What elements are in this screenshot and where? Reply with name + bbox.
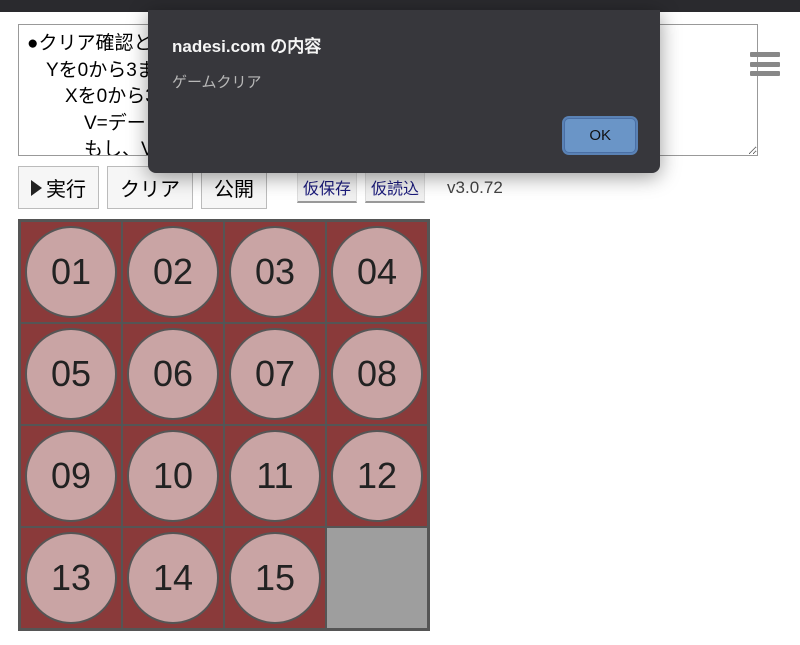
tile-number: 08 [331, 328, 423, 420]
clear-button-label: クリア [120, 173, 180, 202]
version-label: v3.0.72 [447, 178, 503, 198]
tile-number: 12 [331, 430, 423, 522]
puzzle-tile[interactable]: 04 [326, 221, 428, 323]
tile-number: 05 [25, 328, 117, 420]
puzzle-tile[interactable]: 11 [224, 425, 326, 527]
tile-number: 03 [229, 226, 321, 318]
tile-number: 09 [25, 430, 117, 522]
tile-number: 13 [25, 532, 117, 624]
tile-number: 11 [229, 430, 321, 522]
tile-number: 02 [127, 226, 219, 318]
dialog-ok-button[interactable]: OK [564, 118, 636, 153]
publish-button-label: 公開 [214, 173, 254, 202]
puzzle-board: 01 02 03 04 05 06 07 08 09 10 11 12 13 1… [18, 219, 430, 631]
puzzle-tile-empty[interactable] [326, 527, 428, 629]
puzzle-tile[interactable]: 08 [326, 323, 428, 425]
tile-number: 14 [127, 532, 219, 624]
temp-save-button[interactable]: 仮保存 [297, 172, 357, 203]
puzzle-tile[interactable]: 07 [224, 323, 326, 425]
tile-number: 06 [127, 328, 219, 420]
tile-number: 10 [127, 430, 219, 522]
dialog-title: nadesi.com の内容 [172, 32, 636, 57]
run-button-label: 実行 [46, 173, 86, 202]
puzzle-tile[interactable]: 12 [326, 425, 428, 527]
menu-hamburger-icon[interactable] [750, 52, 780, 76]
tile-number: 04 [331, 226, 423, 318]
tile-number: 15 [229, 532, 321, 624]
play-icon [31, 180, 42, 196]
tile-number: 07 [229, 328, 321, 420]
puzzle-tile[interactable]: 05 [20, 323, 122, 425]
puzzle-tile[interactable]: 09 [20, 425, 122, 527]
puzzle-tile[interactable]: 10 [122, 425, 224, 527]
run-button[interactable]: 実行 [18, 166, 99, 209]
puzzle-tile[interactable]: 02 [122, 221, 224, 323]
puzzle-tile[interactable]: 03 [224, 221, 326, 323]
puzzle-tile[interactable]: 01 [20, 221, 122, 323]
puzzle-tile[interactable]: 13 [20, 527, 122, 629]
puzzle-tile[interactable]: 14 [122, 527, 224, 629]
alert-dialog: nadesi.com の内容 ゲームクリア OK [148, 10, 660, 173]
dialog-message: ゲームクリア [172, 71, 636, 92]
puzzle-tile[interactable]: 15 [224, 527, 326, 629]
tile-number: 01 [25, 226, 117, 318]
temp-load-button[interactable]: 仮読込 [365, 172, 425, 203]
puzzle-tile[interactable]: 06 [122, 323, 224, 425]
